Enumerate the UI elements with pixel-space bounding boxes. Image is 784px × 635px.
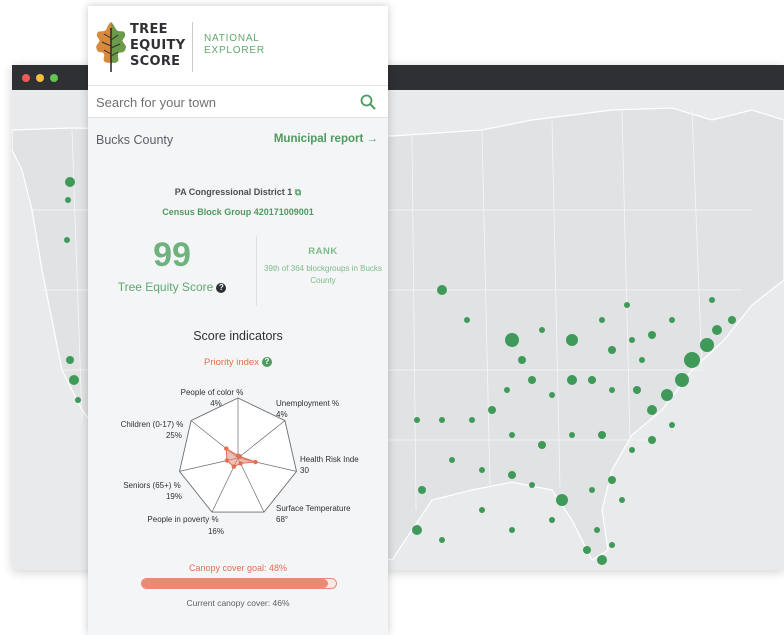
priority-help-icon[interactable]: ? bbox=[261, 357, 272, 367]
value-children: 25% bbox=[166, 431, 182, 440]
label-seniors: Seniors (65+) % bbox=[123, 481, 181, 490]
close-window-dot[interactable] bbox=[22, 73, 30, 82]
canopy-progress-fill bbox=[142, 579, 329, 588]
congressional-district[interactable]: PA Congressional District 1 ⧉ bbox=[88, 187, 388, 198]
district-label: PA Congressional District 1 bbox=[174, 187, 293, 197]
radar-point[interactable] bbox=[253, 459, 258, 465]
label-unemployment: Unemployment % bbox=[276, 399, 339, 408]
score-label-text: Tree Equity Score bbox=[117, 280, 214, 294]
label-children: Children (0-17) % bbox=[121, 420, 184, 429]
value-surface-temperature: 68° bbox=[276, 515, 288, 524]
census-block-group: Census Block Group 420171009001 bbox=[162, 207, 314, 217]
value-unemployment: 4% bbox=[276, 410, 288, 419]
tree-equity-score-label: Tree Equity Score? bbox=[88, 280, 256, 294]
stage: TREE EQUITY SCORE NATIONAL EXPLORER Buck… bbox=[0, 0, 784, 635]
priority-index-label: Priority index bbox=[204, 357, 259, 368]
priority-index: Priority index? bbox=[88, 357, 388, 368]
minimize-window-dot[interactable] bbox=[36, 73, 44, 82]
label-surface-temperature: Surface Temperature bbox=[276, 504, 351, 513]
radar-point[interactable] bbox=[224, 458, 230, 463]
indicator-radar-chart: People of color % 4% Unemployment % 4% H… bbox=[121, 388, 360, 536]
canopy-goal: Canopy cover goal: 48% bbox=[188, 563, 288, 573]
value-health-risk: 30 bbox=[300, 466, 309, 475]
rank-description: 39th of 364 blockgroups in Bucks County bbox=[264, 264, 382, 285]
current-canopy-cover: Current canopy cover: 46% bbox=[186, 598, 290, 608]
value-poverty: 16% bbox=[208, 527, 224, 536]
radar-point[interactable] bbox=[237, 454, 243, 459]
score-divider bbox=[256, 236, 257, 306]
rank-label: RANK bbox=[308, 246, 338, 257]
value-people-of-color: 4% bbox=[210, 399, 222, 408]
radar-point[interactable] bbox=[238, 461, 243, 466]
panel-content: PA Congressional District 1 ⧉ Census Blo… bbox=[88, 0, 388, 635]
label-people-of-color: People of color % bbox=[181, 388, 244, 397]
label-health-risk: Health Risk Inde bbox=[300, 455, 359, 464]
tree-equity-score-value: 99 bbox=[153, 236, 191, 274]
external-link-icon[interactable]: ⧉ bbox=[295, 187, 301, 197]
maximize-window-dot[interactable] bbox=[50, 73, 58, 82]
value-seniors: 19% bbox=[166, 492, 182, 501]
score-indicators-title: Score indicators bbox=[193, 329, 283, 343]
radar-point[interactable] bbox=[224, 446, 229, 451]
label-poverty: People in poverty % bbox=[147, 515, 218, 524]
radar-point[interactable] bbox=[231, 464, 236, 469]
help-icon[interactable]: ? bbox=[216, 283, 227, 293]
canopy-progress-bar bbox=[141, 578, 337, 589]
